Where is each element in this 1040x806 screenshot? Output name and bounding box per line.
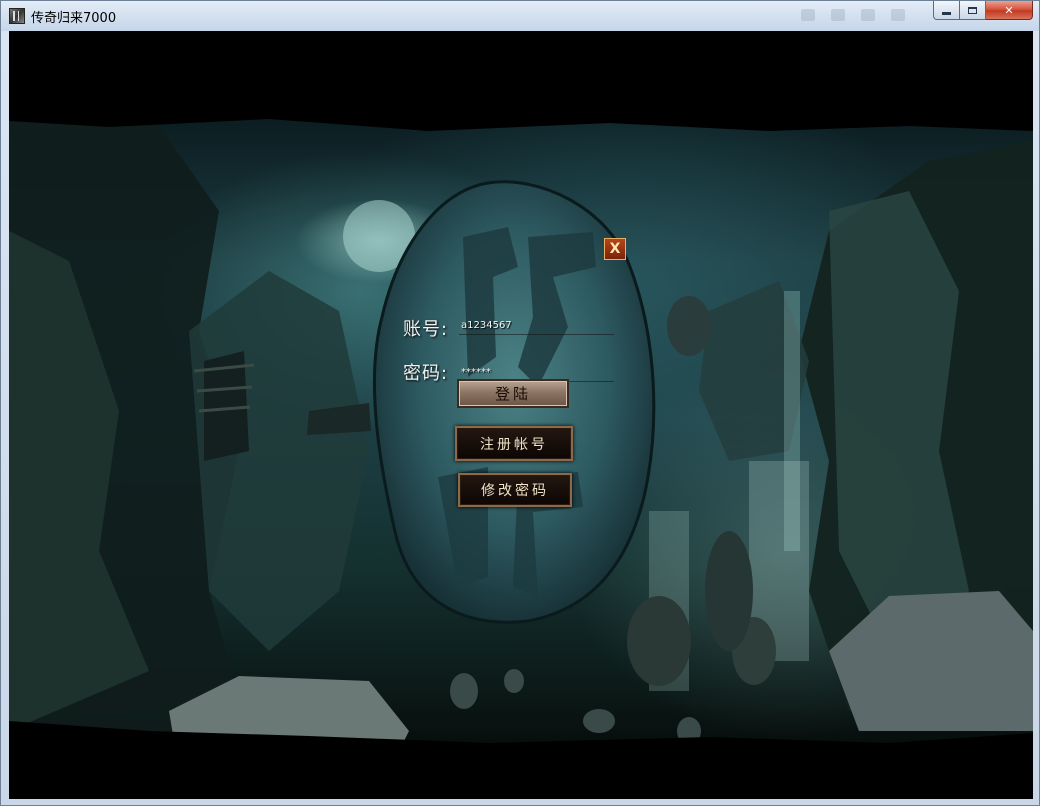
account-input[interactable] xyxy=(459,317,614,335)
titlebar-ghost-buttons xyxy=(801,9,921,23)
close-icon: X xyxy=(609,241,621,257)
window-close-button[interactable]: ✕ xyxy=(986,1,1033,20)
minimize-button[interactable] xyxy=(933,1,960,20)
minimize-icon xyxy=(942,11,951,15)
change-password-button[interactable]: 修改密码 xyxy=(458,473,572,507)
app-icon[interactable] xyxy=(9,8,25,24)
window-title: 传奇归来7000 xyxy=(31,11,117,26)
ghost-icon xyxy=(861,9,875,21)
password-label: 密码: xyxy=(403,363,449,384)
close-login-button[interactable]: X xyxy=(604,238,626,260)
register-account-button[interactable]: 注册帐号 xyxy=(455,426,573,461)
window-controls: ✕ xyxy=(933,1,1033,21)
maximize-button[interactable] xyxy=(960,1,986,20)
ghost-icon xyxy=(891,9,905,21)
ghost-icon xyxy=(801,9,815,21)
window-close-icon: ✕ xyxy=(1004,3,1014,17)
account-label: 账号: xyxy=(403,319,449,340)
game-window: 传奇归来7000 ✕ X 账号: a1234567 密码: ****** 登陆 … xyxy=(0,0,1040,806)
title-bar[interactable]: 传奇归来7000 ✕ xyxy=(1,1,1039,31)
login-button[interactable]: 登陆 xyxy=(457,379,569,408)
maximize-icon xyxy=(968,6,977,14)
ghost-icon xyxy=(831,9,845,21)
